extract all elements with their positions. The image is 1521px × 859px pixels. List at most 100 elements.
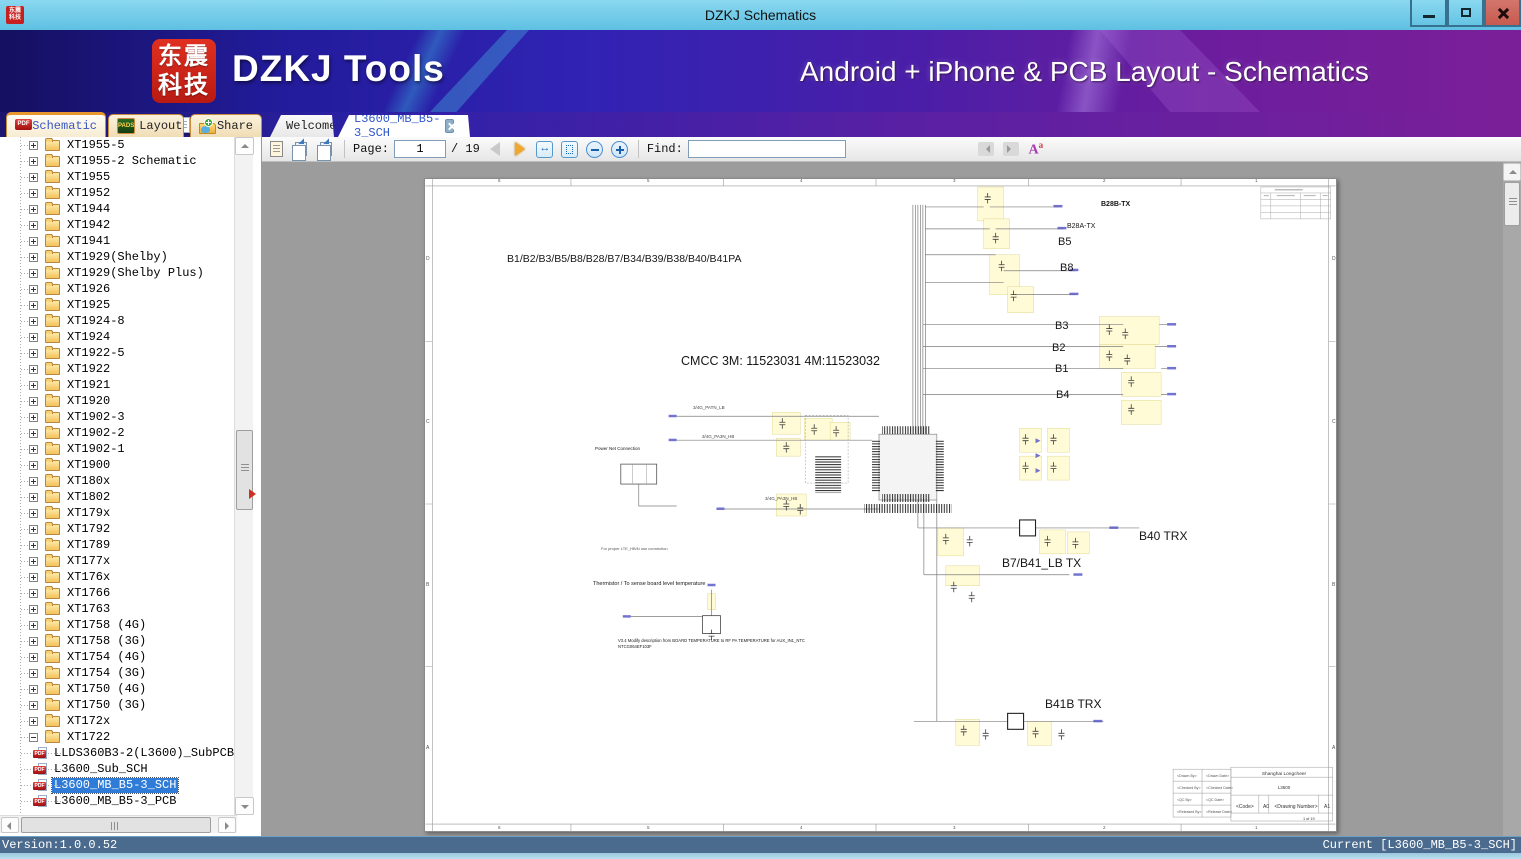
tree-folder-item[interactable]: XT1922-5 — [0, 345, 234, 361]
tree-item-label[interactable]: XT1922-5 — [65, 346, 127, 361]
expand-icon[interactable] — [29, 604, 38, 614]
tree-item-label[interactable]: L3600_Sub_SCH — [52, 762, 150, 777]
expand-icon[interactable] — [29, 524, 38, 534]
find-input[interactable] — [687, 140, 846, 158]
next-page-button[interactable] — [510, 139, 530, 159]
tree-item-label[interactable]: L3600_MB_B5-3_SCH — [50, 776, 180, 794]
expand-icon[interactable] — [29, 172, 38, 182]
tree-folder-item[interactable]: XT1952 — [0, 185, 234, 201]
tree-folder-item[interactable]: XT1802 — [0, 489, 234, 505]
scroll-up-button[interactable] — [235, 137, 254, 155]
expand-icon[interactable] — [29, 332, 38, 342]
tree-folder-item[interactable]: XT180x — [0, 473, 234, 489]
tree-item-label[interactable]: XT179x — [65, 506, 112, 521]
tree-item-label[interactable]: XT1921 — [65, 378, 112, 393]
tree-item-label[interactable]: XT1902-3 — [65, 410, 127, 425]
tree-folder-item[interactable]: XT1924 — [0, 329, 234, 345]
zoom-in-button[interactable] — [610, 139, 630, 159]
tree-folder-item[interactable]: XT1758 (4G) — [0, 617, 234, 633]
expand-icon[interactable] — [29, 204, 38, 214]
expand-icon[interactable] — [29, 300, 38, 310]
tree-folder-item[interactable]: XT1766 — [0, 585, 234, 601]
sidebar-vertical-scrollbar[interactable] — [234, 137, 254, 815]
tree-folder-item[interactable]: XT1758 (3G) — [0, 633, 234, 649]
tree-item-label[interactable]: XT1789 — [65, 538, 112, 553]
tree-folder-item[interactable]: XT1944 — [0, 201, 234, 217]
expand-icon[interactable] — [29, 220, 38, 230]
maximize-button[interactable] — [1447, 0, 1484, 27]
expand-icon[interactable] — [29, 156, 38, 166]
expand-icon[interactable] — [29, 236, 38, 246]
tree-item-label[interactable]: XT1754 (3G) — [65, 666, 148, 681]
tree-folder-item[interactable]: XT1763 — [0, 601, 234, 617]
tree-file-item[interactable]: PDF L3600_Sub_SCH — [0, 761, 234, 777]
tree-item-label[interactable]: XT1929(Shelby) — [65, 250, 170, 265]
expand-icon[interactable] — [29, 428, 38, 438]
tree-folder-item[interactable]: XT1941 — [0, 233, 234, 249]
panel-collapse-arrow-icon[interactable] — [249, 489, 261, 499]
tree-folder-item[interactable]: XT1926 — [0, 281, 234, 297]
tree-folder-item[interactable]: XT1754 (4G) — [0, 649, 234, 665]
close-button[interactable] — [1484, 0, 1521, 27]
tree-folder-item[interactable]: XT1750 (4G) — [0, 681, 234, 697]
tree-item-label[interactable]: XT1922 — [65, 362, 112, 377]
doc-tab-welcome[interactable]: Welcome — [270, 115, 334, 137]
tree-item-label[interactable]: XT1758 (3G) — [65, 634, 148, 649]
tree-item-label[interactable]: XT1955-5 — [65, 138, 127, 153]
tree-item-label[interactable]: XT1758 (4G) — [65, 618, 148, 633]
scroll-left-button[interactable] — [1, 817, 19, 833]
tree-item-label[interactable]: XT1722 — [65, 730, 112, 745]
tree-item-label[interactable]: XT1944 — [65, 202, 112, 217]
expand-icon[interactable] — [29, 700, 38, 710]
expand-icon[interactable] — [29, 684, 38, 694]
page-thumbnail-button[interactable] — [266, 139, 286, 159]
tree-folder-item[interactable]: XT172x — [0, 713, 234, 729]
rotate-left-button[interactable] — [291, 139, 311, 161]
tree-folder-item[interactable]: XT1920 — [0, 393, 234, 409]
expand-icon[interactable] — [29, 316, 38, 326]
canvas-scroll-up-button[interactable] — [1503, 163, 1521, 181]
tree-item-label[interactable]: XT1941 — [65, 234, 112, 249]
tree-item-label[interactable]: LLDS360B3-2(L3600)_SubPCB — [52, 746, 234, 761]
expand-icon[interactable] — [29, 476, 38, 486]
tree-item-label[interactable]: XT1955-2 Schematic — [65, 154, 199, 169]
expand-icon[interactable] — [29, 508, 38, 518]
tab-schematic[interactable]: PDF Schematic — [6, 112, 190, 137]
tree-folder-item[interactable]: XT1754 (3G) — [0, 665, 234, 681]
expand-icon[interactable] — [29, 252, 38, 262]
tree-item-label[interactable]: XT1952 — [65, 186, 112, 201]
expand-icon[interactable] — [29, 140, 38, 150]
expand-icon[interactable] — [29, 540, 38, 550]
canvas-scroll-thumb[interactable] — [1504, 182, 1520, 226]
tree-folder-item[interactable]: XT1750 (3G) — [0, 697, 234, 713]
tree-folder-item[interactable]: XT1792 — [0, 521, 234, 537]
tree-item-label[interactable]: XT1900 — [65, 458, 112, 473]
tab-layout[interactable]: PADS Layout — [108, 114, 184, 137]
expand-icon[interactable] — [29, 444, 38, 454]
tab-share[interactable]: Share — [190, 114, 262, 137]
tree-folder-item[interactable]: XT177x — [0, 553, 234, 569]
horizontal-scroll-thumb[interactable] — [21, 817, 211, 833]
expand-icon[interactable] — [29, 652, 38, 662]
expand-icon[interactable] — [29, 396, 38, 406]
tree-folder-item[interactable]: XT1942 — [0, 217, 234, 233]
tree-item-label[interactable]: XT1942 — [65, 218, 112, 233]
tree-item-label[interactable]: XT1924 — [65, 330, 112, 345]
tree-item-label[interactable]: XT177x — [65, 554, 112, 569]
expand-icon[interactable] — [29, 348, 38, 358]
expand-icon[interactable] — [29, 636, 38, 646]
tree-item-label[interactable]: XT1750 (4G) — [65, 682, 148, 697]
font-size-button[interactable]: Aa — [1026, 139, 1046, 159]
tree-folder-item[interactable]: XT179x — [0, 505, 234, 521]
tree-item-label[interactable]: XT1920 — [65, 394, 112, 409]
tree-item-label[interactable]: XT1802 — [65, 490, 112, 505]
tree-folder-item[interactable]: XT1921 — [0, 377, 234, 393]
tree-folder-item[interactable]: XT1955-5 — [0, 137, 234, 153]
doc-tab-l3600[interactable]: L3600_MB_B5-3_SCH — [338, 115, 470, 137]
tree-folder-item[interactable]: XT1922 — [0, 361, 234, 377]
tree-folder-item[interactable]: XT1789 — [0, 537, 234, 553]
tree-item-label[interactable]: XT1792 — [65, 522, 112, 537]
tree-item-label[interactable]: XT1955 — [65, 170, 112, 185]
prev-page-button[interactable] — [485, 139, 505, 159]
tree-file-item[interactable]: PDF L3600_MB_B5-3_SCH — [0, 776, 234, 794]
